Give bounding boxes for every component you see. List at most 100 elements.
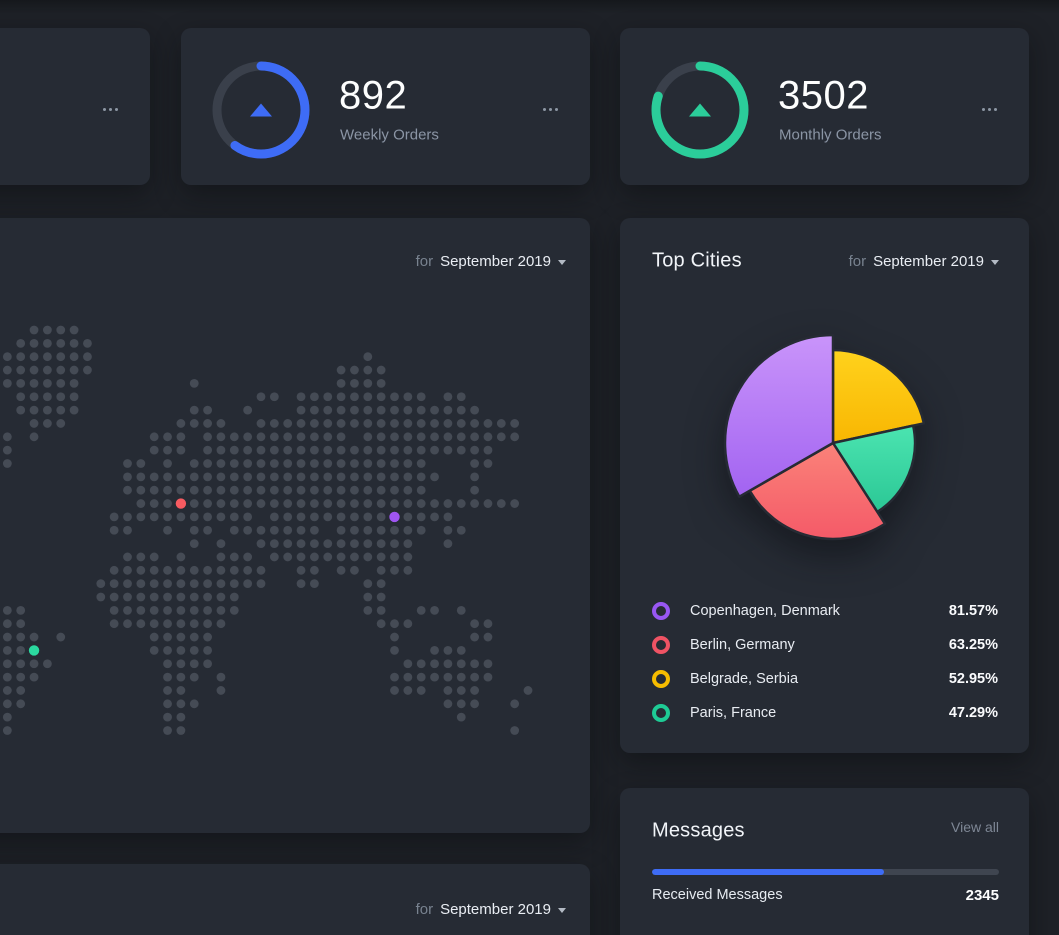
map-dot bbox=[283, 553, 292, 562]
monthly-orders-label: Monthly Orders bbox=[779, 127, 882, 144]
map-dot bbox=[390, 646, 399, 655]
map-dot bbox=[203, 606, 212, 615]
map-dot bbox=[30, 352, 39, 361]
map-dot bbox=[297, 539, 306, 548]
map-marker-purple[interactable] bbox=[389, 512, 399, 522]
map-dot bbox=[203, 579, 212, 588]
ellipsis-menu-icon[interactable] bbox=[978, 104, 1001, 115]
map-dot bbox=[363, 499, 372, 508]
map-dot bbox=[470, 406, 479, 415]
map-dot bbox=[3, 699, 12, 708]
map-dot bbox=[323, 553, 332, 562]
ellipsis-menu-icon[interactable] bbox=[99, 104, 122, 115]
map-dot bbox=[390, 486, 399, 495]
map-dot bbox=[163, 486, 172, 495]
card-world-map: for September 2019 bbox=[0, 218, 590, 833]
map-dot bbox=[190, 486, 199, 495]
map-dot bbox=[417, 432, 426, 441]
map-dot bbox=[497, 432, 506, 441]
map-dot bbox=[510, 699, 519, 708]
map-dot bbox=[190, 539, 199, 548]
map-dot bbox=[177, 659, 186, 668]
map-dot bbox=[110, 579, 119, 588]
map-dot bbox=[217, 459, 226, 468]
legend-item[interactable]: Copenhagen, Denmark81.57% bbox=[652, 594, 998, 628]
month-filter-map[interactable]: for September 2019 bbox=[416, 252, 566, 270]
month-filter-bottom[interactable]: for September 2019 bbox=[416, 900, 566, 918]
view-all-link[interactable]: View all bbox=[951, 819, 999, 835]
map-dot bbox=[96, 593, 105, 602]
map-dot bbox=[323, 459, 332, 468]
map-dot bbox=[190, 593, 199, 602]
map-dot bbox=[337, 459, 346, 468]
map-dot bbox=[350, 419, 359, 428]
month-filter-top-cities[interactable]: for September 2019 bbox=[849, 252, 999, 270]
legend-item[interactable]: Paris, France47.29% bbox=[652, 696, 998, 730]
map-dot bbox=[3, 352, 12, 361]
map-dot bbox=[390, 446, 399, 455]
map-dot bbox=[363, 419, 372, 428]
map-dot bbox=[257, 539, 266, 548]
map-dot bbox=[310, 446, 319, 455]
map-dot bbox=[257, 459, 266, 468]
map-dot bbox=[323, 406, 332, 415]
map-dot bbox=[230, 446, 239, 455]
map-dot bbox=[283, 432, 292, 441]
map-dot bbox=[190, 579, 199, 588]
map-dot bbox=[30, 379, 39, 388]
map-marker-green[interactable] bbox=[29, 645, 39, 655]
map-dot bbox=[377, 593, 386, 602]
map-dot bbox=[16, 339, 25, 348]
map-dot bbox=[350, 446, 359, 455]
map-dot bbox=[217, 619, 226, 628]
map-dot bbox=[123, 459, 132, 468]
map-dot bbox=[377, 579, 386, 588]
messages-row-label: Received Messages bbox=[652, 887, 783, 903]
map-dot bbox=[177, 566, 186, 575]
map-dot bbox=[297, 513, 306, 522]
legend-item[interactable]: Belgrade, Serbia52.95% bbox=[652, 662, 998, 696]
map-dot bbox=[123, 486, 132, 495]
map-dot bbox=[417, 499, 426, 508]
map-dot bbox=[417, 406, 426, 415]
map-dot bbox=[350, 366, 359, 375]
map-dot bbox=[417, 392, 426, 401]
map-dot bbox=[230, 606, 239, 615]
map-dot bbox=[16, 673, 25, 682]
map-dot bbox=[457, 646, 466, 655]
legend-item[interactable]: Berlin, Germany63.25% bbox=[652, 628, 998, 662]
map-dot bbox=[70, 326, 79, 335]
ellipsis-menu-icon[interactable] bbox=[539, 104, 562, 115]
map-dot bbox=[30, 392, 39, 401]
map-dot bbox=[390, 619, 399, 628]
map-dot bbox=[190, 513, 199, 522]
map-dot bbox=[123, 619, 132, 628]
map-marker-red[interactable] bbox=[176, 498, 186, 508]
map-dot bbox=[217, 539, 226, 548]
map-dot bbox=[430, 499, 439, 508]
map-dot bbox=[390, 686, 399, 695]
map-dot bbox=[230, 526, 239, 535]
map-dot bbox=[203, 406, 212, 415]
map-dot bbox=[444, 392, 453, 401]
map-dot bbox=[190, 406, 199, 415]
map-dot bbox=[190, 526, 199, 535]
messages-row: Received Messages 2345 bbox=[652, 887, 999, 903]
map-dot bbox=[283, 526, 292, 535]
map-dot bbox=[363, 432, 372, 441]
map-dot bbox=[163, 593, 172, 602]
map-dot bbox=[417, 419, 426, 428]
legend-city-label: Belgrade, Serbia bbox=[690, 671, 798, 687]
map-dot bbox=[350, 406, 359, 415]
map-dot bbox=[177, 646, 186, 655]
map-dot bbox=[190, 419, 199, 428]
map-dot bbox=[403, 459, 412, 468]
card-bottom-left: for September 2019 bbox=[0, 864, 590, 935]
map-dot bbox=[310, 472, 319, 481]
map-dot bbox=[403, 553, 412, 562]
map-dot bbox=[403, 539, 412, 548]
map-dot bbox=[163, 472, 172, 481]
map-dot bbox=[163, 579, 172, 588]
map-dot bbox=[497, 499, 506, 508]
map-dot bbox=[243, 553, 252, 562]
